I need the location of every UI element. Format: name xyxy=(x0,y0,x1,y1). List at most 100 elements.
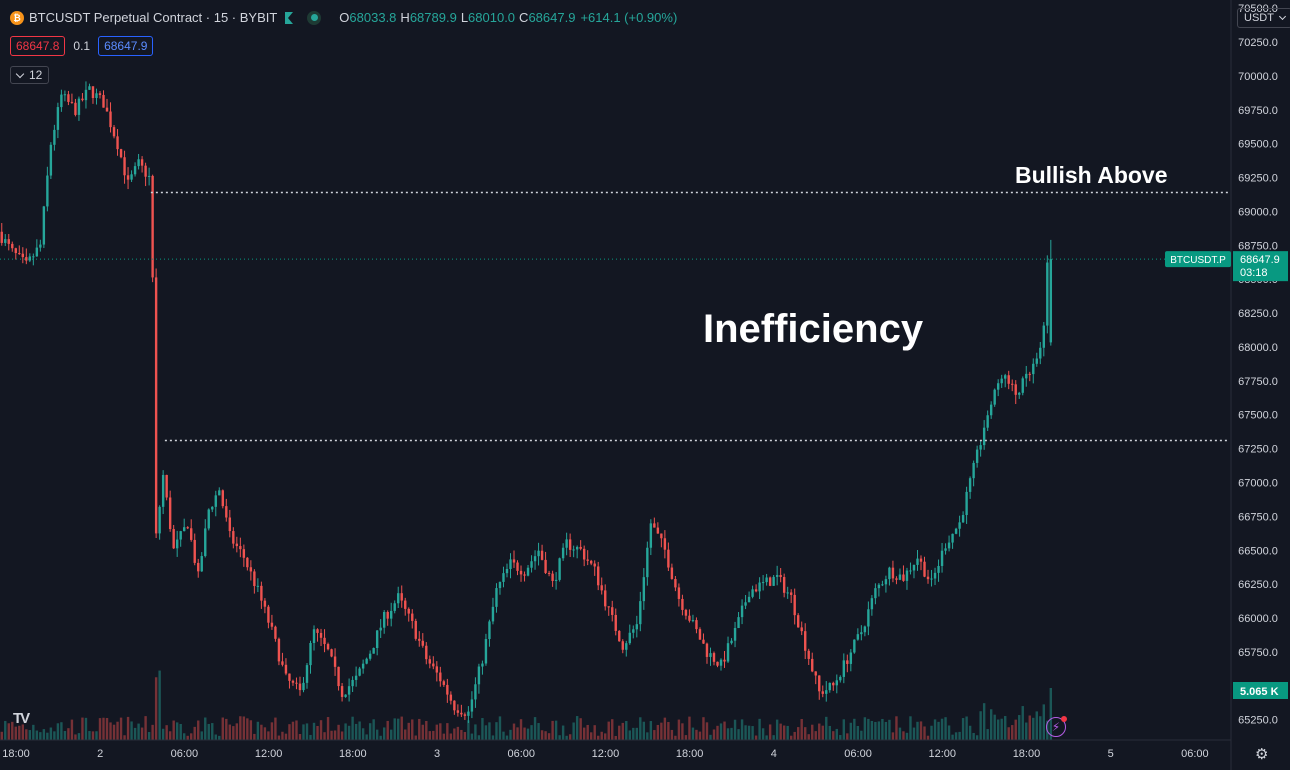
chevron-down-icon xyxy=(1278,12,1286,21)
sell-price-button[interactable]: 68647.8 xyxy=(10,36,66,56)
candle-body xyxy=(737,617,740,629)
market-status-icon[interactable] xyxy=(307,10,322,25)
volume-bar xyxy=(312,722,316,740)
candle-body xyxy=(88,86,91,90)
flag-icon[interactable] xyxy=(285,11,294,24)
candle-body xyxy=(77,98,81,115)
x-axis[interactable]: 18:00 2 06:00 12:00 18:00 3 06:00 12:00 18:00 4 06… xyxy=(2,748,1208,760)
volume-bar xyxy=(919,721,923,740)
volume-bar xyxy=(214,734,217,740)
candle-body xyxy=(354,675,358,680)
bitcoin-icon: ₿ xyxy=(10,10,24,25)
current-price-value: 68647.9 xyxy=(1240,254,1280,266)
volume-bar xyxy=(116,721,119,740)
volume-bar xyxy=(751,726,754,740)
volume-bar xyxy=(502,731,505,740)
volume-bar xyxy=(175,722,179,740)
candle-body xyxy=(32,256,35,258)
indicators-toggle[interactable]: 12 xyxy=(10,66,50,84)
candle-body xyxy=(1021,378,1024,393)
volume-bar xyxy=(839,735,842,740)
candle-body xyxy=(621,641,624,650)
candle-body xyxy=(839,676,842,681)
candle-body xyxy=(246,557,249,568)
candle-body xyxy=(996,383,1000,390)
candle-body xyxy=(123,157,126,176)
x-tick-label: 06:00 xyxy=(1181,748,1209,760)
volume-bar xyxy=(4,720,7,740)
y-tick-label: 67250.0 xyxy=(1238,444,1278,456)
candle-body xyxy=(961,515,965,523)
candle-body xyxy=(965,491,968,516)
x-tick-label: 5 xyxy=(1108,748,1114,760)
volume-bar xyxy=(91,731,95,740)
candle-body xyxy=(512,559,516,563)
y-tick-label: 68000.0 xyxy=(1238,342,1278,354)
volume-bar xyxy=(397,718,400,740)
candle-body xyxy=(723,659,726,662)
volume-bar xyxy=(193,726,196,740)
candle-body xyxy=(407,608,410,614)
volume-bar xyxy=(249,720,253,740)
candle-body xyxy=(856,634,860,640)
volume-bar xyxy=(709,734,712,740)
volume-bar xyxy=(137,723,140,740)
volume-bar xyxy=(81,717,84,740)
candle-body xyxy=(726,643,730,662)
candle-body xyxy=(930,578,933,580)
candle-body xyxy=(102,94,105,108)
volume-bar xyxy=(200,731,203,740)
candle-body xyxy=(821,691,824,694)
volume-bar xyxy=(733,719,737,740)
volume-bar xyxy=(982,703,986,740)
candle-body xyxy=(154,277,158,534)
price-chart[interactable]: 65250.065500.065750.066000.066250.066500… xyxy=(0,0,1290,770)
volume-bar xyxy=(165,725,168,740)
symbol-title[interactable]: BTCUSDT Perpetual Contract · 15 · BYBIT xyxy=(29,10,277,25)
buy-price-button[interactable]: 68647.9 xyxy=(98,36,154,56)
candle-body xyxy=(835,680,838,686)
volume-bar xyxy=(512,723,516,740)
candle-body xyxy=(1039,347,1042,359)
candle-body xyxy=(298,683,302,691)
x-tick-label: 2 xyxy=(97,748,103,760)
candle-body xyxy=(379,627,382,631)
candle-body xyxy=(428,659,431,664)
candle-body xyxy=(218,490,221,496)
volume-bar xyxy=(270,722,274,740)
gear-icon[interactable]: ⚙ xyxy=(1255,745,1268,763)
volume-bar xyxy=(558,735,561,740)
volume-tag-label: 5.065 K xyxy=(1240,686,1279,698)
candle-body xyxy=(832,682,835,686)
tradingview-logo[interactable]: TV xyxy=(13,710,30,727)
candle-body xyxy=(382,612,386,628)
volume-bar xyxy=(400,716,403,740)
currency-select[interactable]: USDT xyxy=(1237,8,1290,28)
candle-body xyxy=(870,598,874,610)
symbol-legend[interactable]: ₿ BTCUSDT Perpetual Contract · 15 · BYBI… xyxy=(10,10,677,25)
volume-bar xyxy=(719,723,723,740)
volume-bar xyxy=(807,734,810,740)
volume-bar xyxy=(1011,725,1014,740)
volume-bar xyxy=(877,721,881,740)
candle-body xyxy=(81,98,84,101)
candle-body xyxy=(1032,363,1035,375)
volume-bar xyxy=(586,724,589,740)
candle-body xyxy=(818,675,821,692)
volume-bar xyxy=(656,724,660,740)
y-tick-label: 67500.0 xyxy=(1238,410,1278,422)
volume-bar xyxy=(281,731,284,740)
volume-bar xyxy=(881,718,884,740)
candles xyxy=(0,81,1053,723)
volume-bar xyxy=(867,718,870,740)
volume-bar xyxy=(691,727,695,740)
volume-bar xyxy=(168,731,172,740)
volume-bar xyxy=(989,709,993,740)
volume-bar xyxy=(481,718,484,740)
volume-bar xyxy=(439,723,442,740)
y-axis[interactable]: 65250.065500.065750.066000.066250.066500… xyxy=(1238,3,1278,727)
candle-body xyxy=(688,615,691,621)
candle-body xyxy=(754,589,758,592)
candle-body xyxy=(414,620,417,639)
candle-body xyxy=(909,570,912,572)
